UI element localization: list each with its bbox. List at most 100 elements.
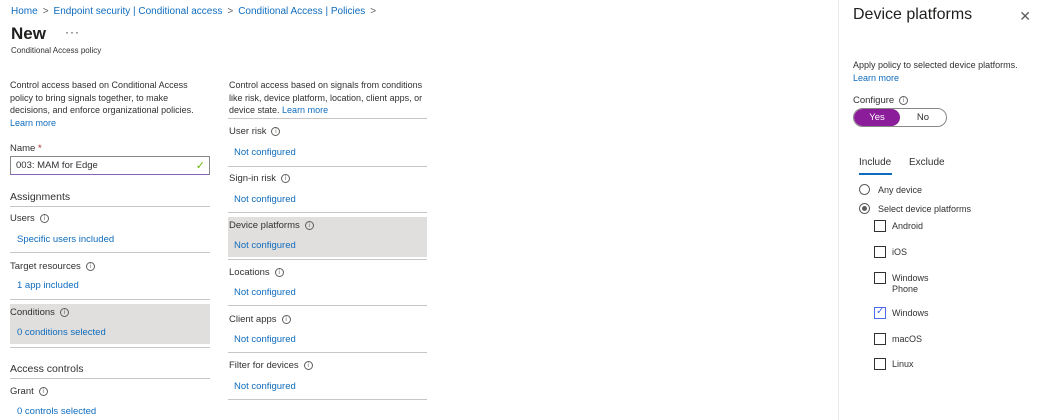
tab-active-indicator — [859, 173, 892, 175]
client-apps-label: Client apps i — [229, 314, 291, 325]
configure-label: Configure i — [853, 95, 909, 106]
checkbox-ios-label: iOS — [892, 247, 908, 257]
configure-label-text: Configure — [853, 95, 895, 106]
more-options-icon[interactable]: ··· — [65, 25, 80, 39]
conditions-label: Conditions i — [10, 307, 69, 318]
policy-name-input[interactable]: 003: MAM for Edge ✓ — [10, 156, 210, 175]
learn-more-link[interactable]: Learn more — [853, 73, 899, 83]
checkbox-ios[interactable] — [874, 246, 886, 258]
target-resources-value[interactable]: 1 app included — [17, 280, 79, 291]
info-icon[interactable]: i — [39, 214, 49, 223]
checkbox-windows-phone-label: Windows Phone — [892, 273, 929, 294]
chevron-right-icon: > — [227, 6, 234, 17]
sign-in-risk-value[interactable]: Not configured — [234, 194, 296, 205]
divider — [228, 118, 427, 119]
user-risk-label: User risk i — [229, 126, 281, 137]
policy-name-value: 003: MAM for Edge — [16, 160, 98, 171]
info-icon[interactable]: i — [271, 127, 281, 136]
required-marker: * — [37, 143, 42, 154]
learn-more-link[interactable]: Learn more — [10, 117, 210, 130]
info-icon[interactable]: i — [38, 387, 48, 396]
page-subtitle: Conditional Access policy — [11, 46, 102, 55]
breadcrumb: Home > Endpoint security | Conditional acc… — [11, 6, 381, 17]
divider — [228, 259, 427, 260]
checkbox-windows-phone[interactable] — [874, 272, 886, 284]
divider — [10, 378, 210, 379]
divider — [228, 166, 427, 167]
radio-select-device-platforms[interactable] — [859, 203, 870, 214]
divider — [10, 206, 210, 207]
checkbox-windows[interactable] — [874, 306, 886, 319]
checkbox-android[interactable] — [874, 220, 886, 232]
radio-select-device-platforms-label: Select device platforms — [878, 204, 972, 214]
divider — [228, 352, 427, 353]
panel-description-text: Apply policy to selected device platform… — [853, 60, 1018, 70]
device-platforms-label-text: Device platforms — [229, 220, 300, 231]
divider — [10, 299, 210, 300]
assignments-heading: Assignments — [10, 191, 71, 203]
info-icon[interactable]: i — [303, 361, 313, 370]
info-icon[interactable]: i — [281, 315, 291, 324]
locations-label: Locations i — [229, 267, 284, 278]
tab-include[interactable]: Include — [859, 157, 891, 168]
tab-exclude[interactable]: Exclude — [909, 157, 945, 168]
info-icon[interactable]: i — [274, 268, 284, 277]
info-icon[interactable]: i — [85, 262, 95, 271]
device-platforms-panel: Device platforms ✕ Apply policy to selec… — [838, 0, 1040, 420]
radio-any-device[interactable] — [859, 184, 870, 195]
client-apps-value[interactable]: Not configured — [234, 334, 296, 345]
page-title: New — [11, 24, 46, 43]
divider — [10, 347, 210, 348]
divider — [228, 212, 427, 213]
toggle-no-option[interactable]: No — [900, 109, 946, 126]
locations-value[interactable]: Not configured — [234, 287, 296, 298]
checkbox-macos[interactable] — [874, 333, 886, 345]
name-label-text: Name — [10, 143, 36, 154]
chevron-right-icon: > — [42, 6, 49, 17]
checkbox-windows-label: Windows — [892, 308, 929, 318]
checkbox-android-label: Android — [892, 221, 924, 231]
panel-description: Apply policy to selected device platform… — [853, 59, 1038, 84]
sign-in-risk-label: Sign-in risk i — [229, 173, 290, 184]
panel-title: Device platforms — [853, 6, 973, 23]
users-label: Users i — [10, 213, 49, 224]
checkmark-icon: ✓ — [195, 160, 205, 172]
info-icon[interactable]: i — [304, 221, 314, 230]
configure-toggle[interactable]: Yes No — [853, 108, 947, 127]
toggle-yes-option[interactable]: Yes — [854, 109, 900, 126]
policy-description: Control access based on Conditional Acce… — [10, 79, 210, 129]
users-label-text: Users — [10, 213, 35, 224]
grant-label: Grant i — [10, 386, 48, 397]
info-icon[interactable]: i — [59, 308, 69, 317]
access-controls-heading: Access controls — [10, 363, 84, 375]
breadcrumb-home[interactable]: Home — [11, 6, 38, 17]
users-value[interactable]: Specific users included — [17, 234, 114, 245]
learn-more-link[interactable]: Learn more — [282, 105, 328, 115]
filter-for-devices-value[interactable]: Not configured — [234, 381, 296, 392]
locations-label-text: Locations — [229, 267, 270, 278]
info-icon[interactable]: i — [281, 174, 290, 183]
checkbox-linux-label: Linux — [892, 359, 914, 369]
conditions-value[interactable]: 0 conditions selected — [17, 327, 106, 338]
name-label: Name * — [10, 143, 42, 154]
divider — [228, 305, 427, 306]
sign-in-risk-label-text: Sign-in risk — [229, 173, 276, 184]
grant-value[interactable]: 0 controls selected — [17, 406, 96, 417]
breadcrumb-endpoint-security[interactable]: Endpoint security | Conditional access — [54, 6, 223, 17]
target-resources-label-text: Target resources — [10, 261, 81, 272]
client-apps-label-text: Client apps — [229, 314, 277, 325]
breadcrumb-policies[interactable]: Conditional Access | Policies — [238, 6, 365, 17]
divider — [228, 399, 427, 400]
checkbox-linux[interactable] — [874, 358, 886, 370]
device-platforms-value[interactable]: Not configured — [234, 240, 296, 251]
info-icon[interactable]: i — [899, 96, 909, 105]
target-resources-label: Target resources i — [10, 261, 95, 272]
conditions-label-text: Conditions — [10, 307, 55, 318]
user-risk-label-text: User risk — [229, 126, 267, 137]
divider — [10, 252, 210, 253]
filter-for-devices-label: Filter for devices i — [229, 360, 313, 371]
close-icon[interactable]: ✕ — [1019, 8, 1031, 25]
user-risk-value[interactable]: Not configured — [234, 147, 296, 158]
radio-any-device-label: Any device — [878, 185, 923, 195]
device-platforms-label: Device platforms i — [229, 220, 314, 231]
